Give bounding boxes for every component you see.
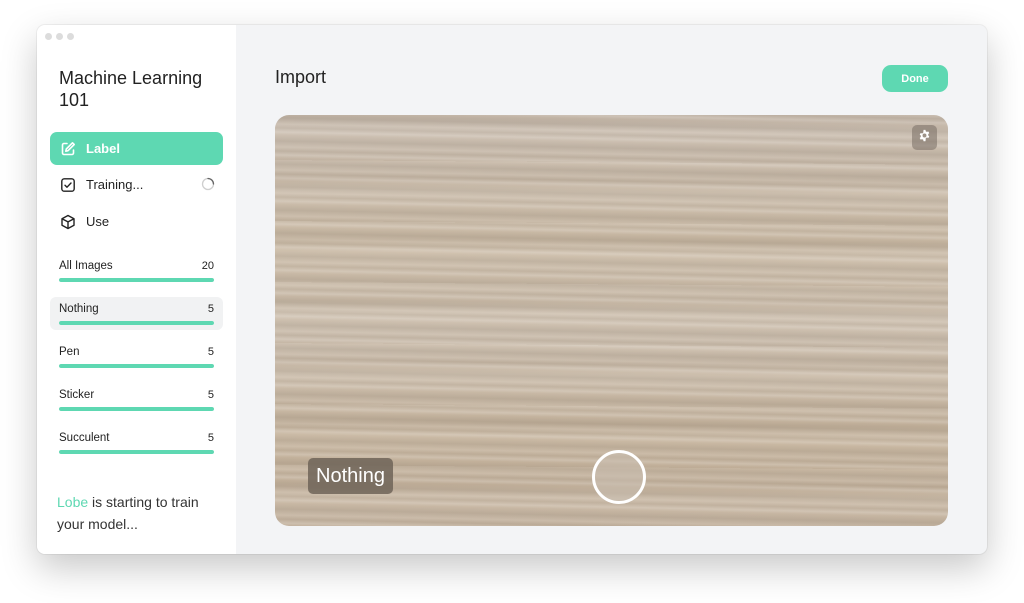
checkbox-icon [59, 176, 77, 194]
label-name: Succulent [59, 432, 110, 444]
label-progress-bar [59, 364, 214, 368]
brand-name: Lobe [57, 494, 89, 510]
label-item-nothing[interactable]: Nothing 5 [50, 297, 223, 330]
label-progress-bar [59, 321, 214, 325]
camera-preview: Nothing [275, 115, 948, 526]
nav-item-training-text: Training... [86, 177, 144, 192]
done-button[interactable]: Done [882, 65, 948, 92]
label-name: Sticker [59, 389, 95, 401]
label-progress-bar [59, 407, 214, 411]
sidebar: Machine Learning 101 Label Training... U… [37, 25, 236, 554]
label-name: Pen [59, 346, 80, 358]
nav-item-use-text: Use [86, 214, 110, 229]
label-name: Nothing [59, 303, 99, 315]
label-count: 20 [201, 260, 214, 272]
label-item-all-images[interactable]: All Images 20 [50, 254, 223, 287]
edit-icon [59, 140, 77, 158]
prediction-label: Nothing [308, 458, 393, 494]
window-controls[interactable] [45, 33, 74, 40]
loading-spinner-icon [201, 177, 215, 191]
label-progress-bar [59, 278, 214, 282]
label-count: 5 [207, 303, 214, 315]
minimize-window-dot[interactable] [56, 33, 63, 40]
zoom-window-dot[interactable] [67, 33, 74, 40]
label-count: 5 [207, 346, 214, 358]
nav-item-label-text: Label [86, 141, 120, 156]
app-window: Machine Learning 101 Label Training... U… [37, 25, 987, 554]
label-item-sticker[interactable]: Sticker 5 [50, 383, 223, 416]
label-name: All Images [59, 260, 113, 272]
page-title: Import [275, 67, 327, 87]
nav-item-label[interactable]: Label [50, 132, 223, 165]
label-count: 5 [207, 432, 214, 444]
training-status-message: Lobe is starting to train your model... [57, 491, 222, 535]
capture-button[interactable] [592, 450, 646, 504]
close-window-dot[interactable] [45, 33, 52, 40]
gear-icon [918, 129, 931, 147]
cube-icon [59, 213, 77, 231]
label-item-pen[interactable]: Pen 5 [50, 340, 223, 373]
project-title[interactable]: Machine Learning 101 [59, 67, 219, 111]
label-count: 5 [207, 389, 214, 401]
nav-item-training[interactable]: Training... [50, 168, 223, 201]
camera-settings-button[interactable] [912, 125, 937, 150]
label-progress-bar [59, 450, 214, 454]
nav-item-use[interactable]: Use [50, 205, 223, 238]
label-item-succulent[interactable]: Succulent 5 [50, 426, 223, 459]
